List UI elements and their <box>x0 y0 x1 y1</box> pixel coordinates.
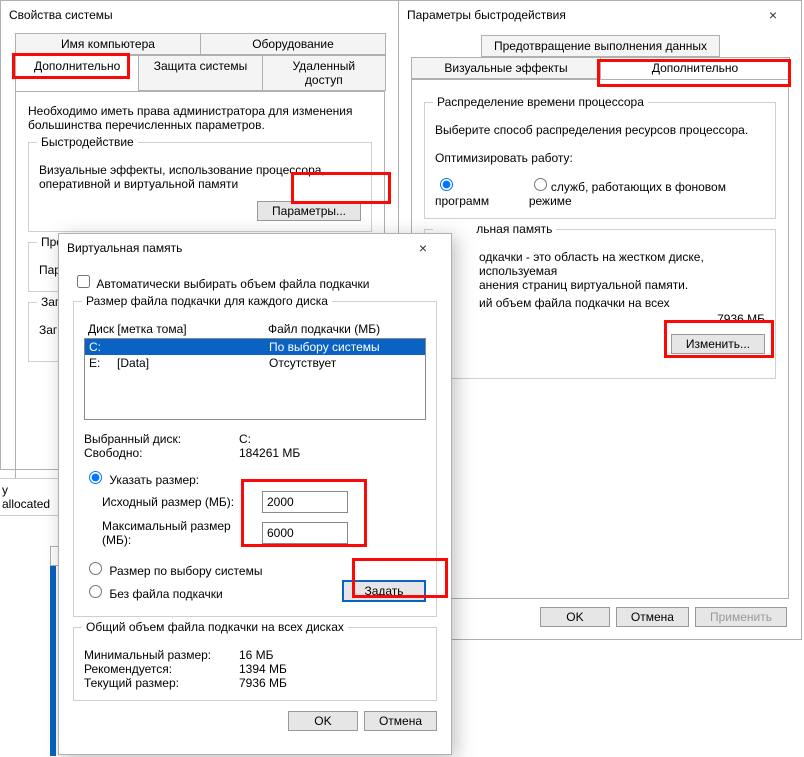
vm-group: Виртуальная память одкачки - это область… <box>424 229 776 379</box>
tab-advanced-perfopts[interactable]: Дополнительно <box>600 57 790 79</box>
totals-title: Общий объем файла подкачки на всех диска… <box>82 620 348 634</box>
scheduling-group: Распределение времени процессора Выберит… <box>424 102 776 219</box>
radio-custom-text: Указать размер: <box>109 473 199 487</box>
radio-no-pagefile[interactable] <box>89 585 102 598</box>
per-drive-title: Размер файла подкачки для каждого диска <box>82 294 332 308</box>
initial-size-label: Исходный размер (МБ): <box>84 495 254 509</box>
perfopts-apply-button[interactable]: Применить <box>695 607 787 627</box>
performance-group: Быстродействие Визуальные эффекты, испол… <box>28 142 372 232</box>
initial-size-input[interactable] <box>262 491 348 513</box>
cur-label: Текущий размер: <box>84 676 239 690</box>
drive-e-pf: Отсутствует <box>269 355 421 371</box>
free-space-label: Свободно: <box>84 446 239 460</box>
vm-titlebar: Виртуальная память × <box>59 234 451 262</box>
radio-none-label[interactable]: Без файла подкачки <box>84 582 223 601</box>
radio-system-text: Размер по выбору системы <box>109 564 262 578</box>
tab-system-protection[interactable]: Защита системы <box>138 55 262 91</box>
auto-manage-text: Автоматически выбирать объем файла подка… <box>96 277 369 291</box>
scheduling-desc: Выберите способ распределения ресурсов п… <box>435 123 765 137</box>
tab-remote[interactable]: Удаленный доступ <box>262 55 386 91</box>
vm-ok-button[interactable]: OK <box>288 711 358 731</box>
selected-drive-label: Выбранный диск: <box>84 432 239 446</box>
scheduling-title: Распределение времени процессора <box>433 95 648 109</box>
drive-e-label: [Data] <box>117 356 149 370</box>
tab-dep[interactable]: Предотвращение выполнения данных <box>481 35 720 57</box>
drive-row-e[interactable]: E: [Data] Отсутствует <box>85 355 425 371</box>
auto-manage-checkbox[interactable] <box>77 275 90 288</box>
perfopts-title: Параметры быстродействия <box>407 1 566 29</box>
drive-list[interactable]: C: По выбору системы E: [Data] Отсутству… <box>84 338 426 420</box>
vm-close-icon[interactable]: × <box>403 234 443 262</box>
perfopts-ok-button[interactable]: OK <box>540 607 610 627</box>
col-drive-header: Диск [метка тома] <box>88 322 268 336</box>
vm-total-value: 7936 МБ <box>435 312 765 326</box>
max-size-label: Максимальный размер (МБ): <box>84 519 254 547</box>
radio-background-label[interactable]: служб, работающих в фоновом режиме <box>529 175 765 208</box>
sysprops-title: Свойства системы <box>9 1 113 29</box>
change-vm-button[interactable]: Изменить... <box>671 334 765 354</box>
radio-background-text: служб, работающих в фоновом режиме <box>529 180 726 208</box>
blue-strip <box>50 546 56 756</box>
cur-value: 7936 МБ <box>239 676 287 690</box>
tab-advanced-sysprops[interactable]: Дополнительно <box>15 55 139 91</box>
perfopts-titlebar: Параметры быстродействия × <box>399 1 801 29</box>
drive-c-pf: По выбору системы <box>269 339 421 355</box>
radio-system-managed[interactable] <box>89 562 102 575</box>
set-button[interactable]: Задать <box>342 580 426 602</box>
tab-computer-name[interactable]: Имя компьютера <box>15 33 201 55</box>
perfopts-cancel-button[interactable]: Отмена <box>616 607 689 627</box>
drive-row-c[interactable]: C: По выбору системы <box>85 339 425 355</box>
max-size-input[interactable] <box>262 522 348 544</box>
sysprops-titlebar: Свойства системы <box>1 1 399 29</box>
allocated-fragment: y allocated <box>0 478 58 516</box>
rec-label: Рекомендуется: <box>84 662 239 676</box>
performance-options-window: Параметры быстродействия × Предотвращени… <box>398 0 802 640</box>
min-label: Минимальный размер: <box>84 648 239 662</box>
radio-background[interactable] <box>534 178 547 191</box>
tab-hardware[interactable]: Оборудование <box>200 33 386 55</box>
admin-note: Необходимо иметь права администратора дл… <box>28 104 372 132</box>
optimize-label: Оптимизировать работу: <box>435 151 765 165</box>
drive-e-letter: E: <box>89 356 100 370</box>
radio-custom-label[interactable]: Указать размер: <box>84 473 199 487</box>
totals-group: Общий объем файла подкачки на всех диска… <box>73 627 437 701</box>
min-value: 16 МБ <box>239 648 274 662</box>
radio-programs-text: программ <box>435 194 489 208</box>
performance-group-title: Быстродействие <box>37 135 138 149</box>
col-pf-header: Файл подкачки (МБ) <box>268 322 422 336</box>
radio-custom-size[interactable] <box>89 471 102 484</box>
vm-total-line: ий объем файла подкачки на всех <box>435 296 765 310</box>
performance-settings-button[interactable]: Параметры... <box>257 201 361 221</box>
radio-none-text: Без файла подкачки <box>109 587 222 601</box>
free-space-value: 184261 МБ <box>239 446 300 460</box>
vm-title: Виртуальная память <box>67 234 182 262</box>
per-drive-group: Размер файла подкачки для каждого диска … <box>73 301 437 617</box>
drive-c-letter: C: <box>89 340 101 354</box>
vm-desc-line2: анения страниц виртуальной памяти. <box>435 278 765 292</box>
radio-programs-label[interactable]: программ <box>435 175 509 208</box>
close-icon[interactable]: × <box>753 1 793 29</box>
vm-cancel-button[interactable]: Отмена <box>364 711 437 731</box>
virtual-memory-dialog: Виртуальная память × Автоматически выбир… <box>58 233 452 755</box>
auto-manage-checkbox-label[interactable]: Автоматически выбирать объем файла подка… <box>73 277 370 291</box>
rec-value: 1394 МБ <box>239 662 287 676</box>
tab-visual-effects[interactable]: Визуальные эффекты <box>411 57 601 79</box>
radio-programs[interactable] <box>440 178 453 191</box>
selected-drive-value: C: <box>239 432 251 446</box>
vm-desc-line1: одкачки - это область на жестком диске, … <box>435 250 765 278</box>
radio-system-label[interactable]: Размер по выбору системы <box>84 564 262 578</box>
performance-desc: Визуальные эффекты, использование процес… <box>39 163 361 191</box>
